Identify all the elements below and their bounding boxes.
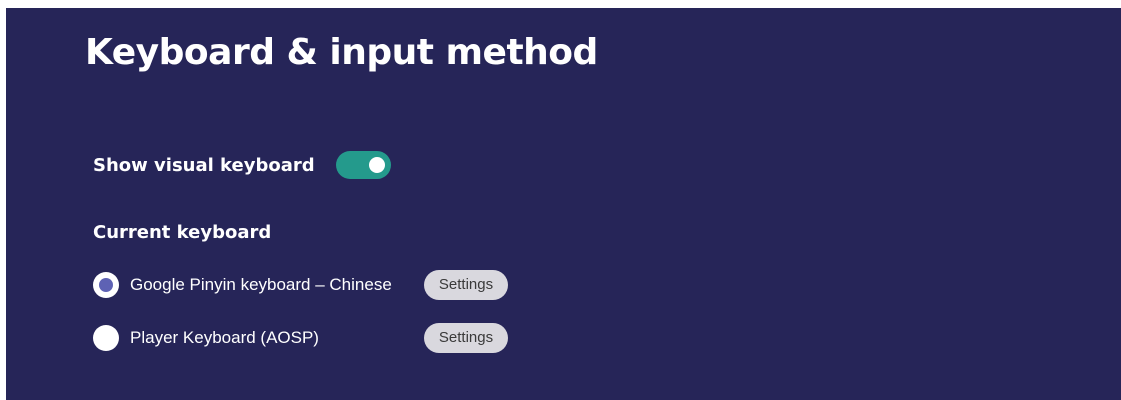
show-visual-keyboard-row: Show visual keyboard	[93, 148, 391, 182]
show-visual-keyboard-label: Show visual keyboard	[93, 154, 315, 176]
toggle-knob	[368, 157, 385, 173]
keyboard-option-player-keyboard: Player Keyboard (AOSP) Settings	[93, 322, 513, 354]
page-title: Keyboard & input method	[85, 32, 598, 73]
player-keyboard-settings-button[interactable]: Settings	[424, 323, 508, 353]
radio-player-keyboard[interactable]	[93, 325, 119, 351]
radio-selected-dot	[99, 278, 113, 292]
current-keyboard-heading: Current keyboard	[93, 222, 272, 243]
show-visual-keyboard-toggle[interactable]	[335, 151, 391, 179]
keyboard-option-label: Player Keyboard (AOSP)	[130, 328, 319, 347]
settings-panel: Keyboard & input method Show visual keyb…	[6, 8, 1121, 400]
google-pinyin-settings-button[interactable]: Settings	[424, 270, 508, 300]
keyboard-option-label: Google Pinyin keyboard – Chinese	[130, 275, 392, 294]
keyboard-option-google-pinyin: Google Pinyin keyboard – Chinese Setting…	[93, 269, 513, 301]
radio-google-pinyin[interactable]	[93, 272, 119, 298]
